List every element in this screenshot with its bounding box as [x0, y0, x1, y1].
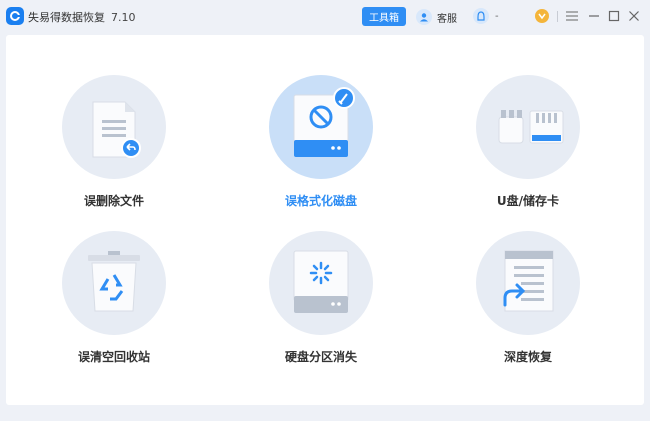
app-version: 7.10: [111, 11, 136, 24]
minimize-icon[interactable]: [586, 8, 602, 24]
customer-service-button[interactable]: 客服: [416, 8, 457, 26]
divider: [557, 11, 558, 22]
formatted-disk-icon: [293, 87, 355, 157]
app-title: 失易得数据恢复 7.10: [28, 9, 136, 25]
title-bar: 失易得数据恢复 7.10 工具箱 客服 -: [0, 0, 650, 32]
deep-recovery-icon: [503, 250, 554, 312]
tile-label: 深度恢复: [503, 350, 552, 364]
tile-lost-partition[interactable]: 硬盘分区消失: [256, 231, 386, 381]
lost-partition-icon: [293, 250, 349, 313]
toolbox-button[interactable]: 工具箱: [362, 7, 406, 26]
app-logo-icon: [6, 7, 24, 25]
customer-service-label: 客服: [437, 13, 457, 25]
tile-recycle-bin[interactable]: 误清空回收站: [49, 231, 179, 381]
tile-label: 误清空回收站: [77, 350, 150, 364]
tile-usb-sdcard[interactable]: U盘/储存卡: [463, 75, 593, 225]
close-icon[interactable]: [626, 8, 642, 24]
maximize-icon[interactable]: [606, 8, 622, 24]
account-button[interactable]: -: [473, 8, 499, 24]
tile-deleted-files[interactable]: 误删除文件: [49, 75, 179, 225]
tile-deep-recovery[interactable]: 深度恢复: [463, 231, 593, 381]
recycle-bin-icon: [88, 251, 140, 312]
app-name: 失易得数据恢复: [28, 11, 105, 24]
account-label: -: [495, 10, 499, 22]
tile-label: U盘/储存卡: [496, 194, 560, 208]
tile-formatted-disk[interactable]: 误格式化磁盘: [256, 75, 386, 225]
user-avatar-icon: [473, 8, 489, 24]
tile-label: 硬盘分区消失: [284, 350, 357, 364]
vip-icon[interactable]: [535, 9, 549, 23]
customer-service-icon: [416, 9, 432, 25]
tile-label: 误格式化磁盘: [284, 194, 357, 208]
main-panel: 误删除文件 误格式化磁盘 U盘/储存卡 误清空回收站 硬盘分区消失 深度恢复: [6, 35, 644, 405]
usb-sdcard-icon: [498, 110, 564, 144]
deleted-file-icon: [92, 101, 141, 158]
tile-label: 误删除文件: [83, 194, 144, 208]
menu-icon[interactable]: [564, 8, 580, 24]
